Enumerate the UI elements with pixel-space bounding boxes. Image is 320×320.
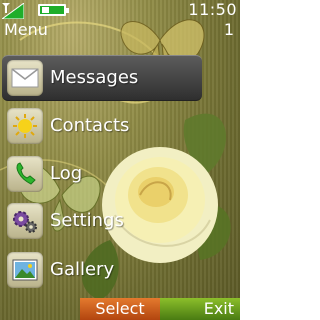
menu-item-label: Contacts [50, 115, 130, 136]
phone-screen: 11:50 1 Menu Messages Contacts Log Setti… [0, 0, 240, 320]
softkey-bar: Select Exit [0, 298, 240, 320]
gears-icon [7, 203, 43, 239]
battery-icon [38, 4, 69, 16]
menu-item-label: Gallery [50, 259, 115, 280]
status-bar: 11:50 1 Menu [0, 0, 240, 40]
menu-item-contacts[interactable]: Contacts [0, 104, 240, 148]
envelope-icon [7, 60, 43, 96]
menu-item-gallery[interactable]: Gallery [0, 248, 240, 292]
picture-icon [7, 252, 43, 288]
menu-item-settings[interactable]: Settings [0, 199, 240, 243]
notification-count: 1 [223, 20, 234, 39]
sun-icon [7, 108, 43, 144]
exit-softkey[interactable]: Exit [160, 298, 240, 320]
clock: 11:50 [188, 0, 237, 19]
signal-strength-icon [2, 3, 24, 19]
page-title: Menu [4, 20, 48, 39]
menu-item-label: Settings [50, 210, 124, 231]
select-softkey[interactable]: Select [80, 298, 160, 320]
menu-item-label: Log [50, 163, 83, 184]
phone-icon [7, 156, 43, 192]
menu-item-label: Messages [50, 67, 139, 88]
menu-item-messages[interactable]: Messages [2, 55, 202, 101]
menu-item-log[interactable]: Log [0, 152, 240, 196]
